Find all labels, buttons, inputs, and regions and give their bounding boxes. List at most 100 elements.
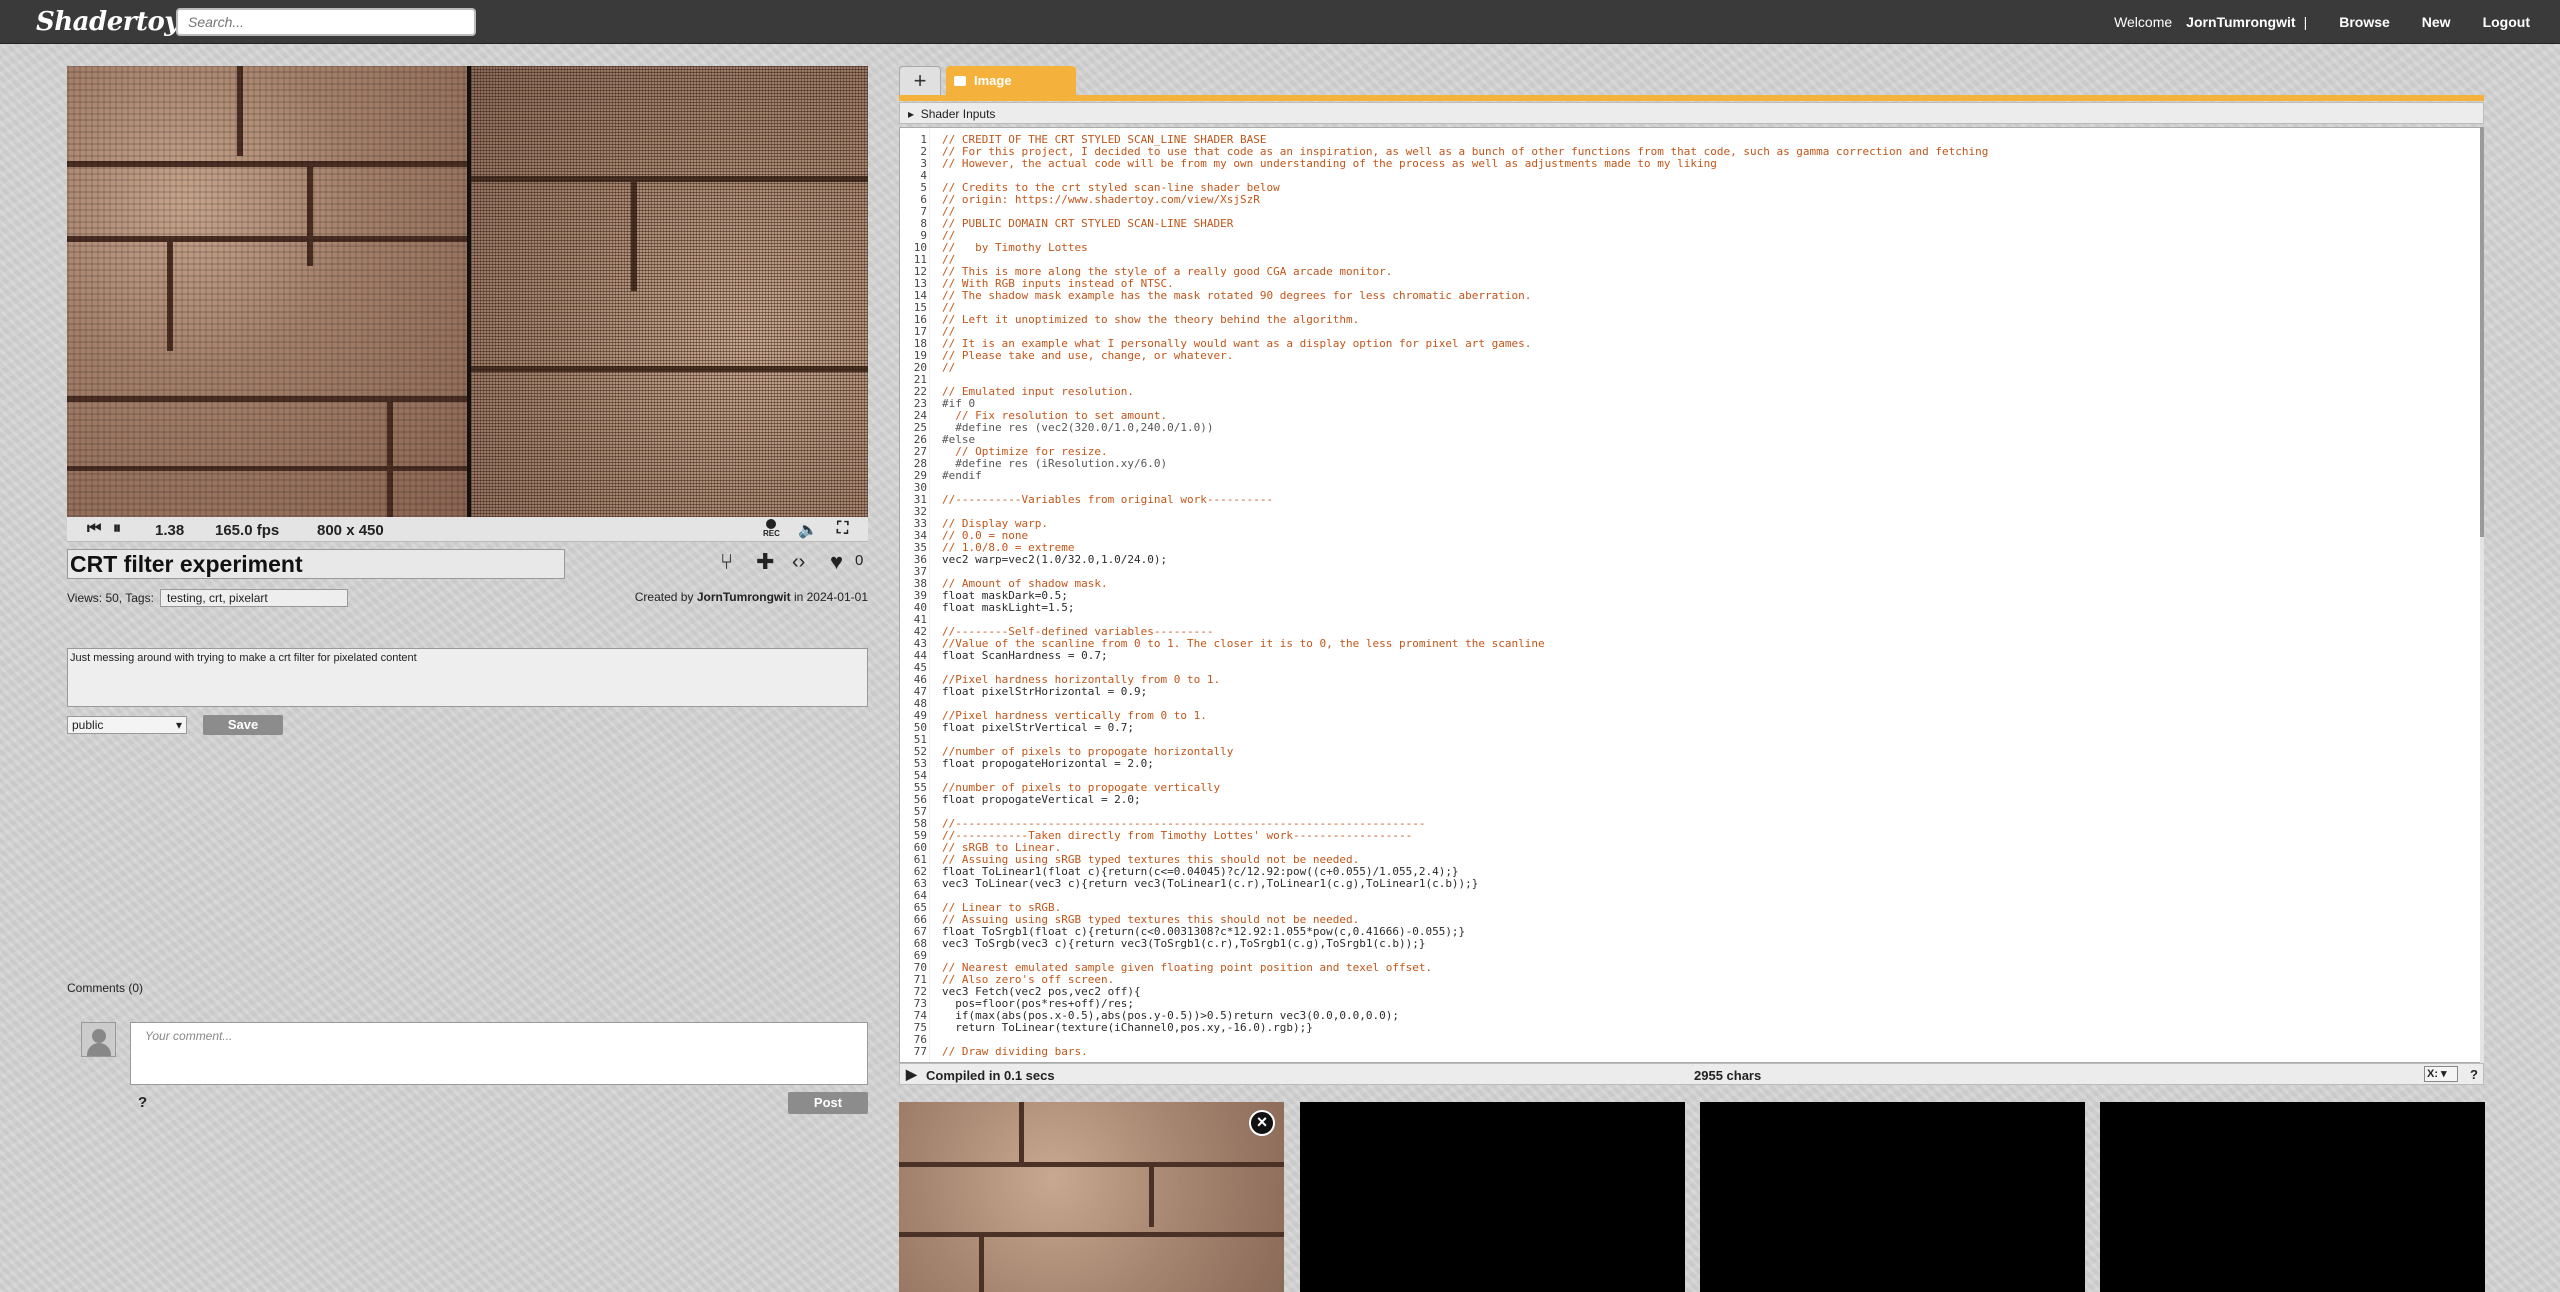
code-line[interactable]: 59//-----------Taken directly from Timot… bbox=[900, 830, 2483, 842]
fullscreen-icon[interactable]: ⛶ bbox=[837, 520, 848, 538]
code-line[interactable]: 9// bbox=[900, 230, 2483, 242]
code-line[interactable]: 63 vec3 ToLinear(vec3 c){return vec3(ToLi… bbox=[900, 878, 2483, 890]
line-number: 77 bbox=[913, 1045, 927, 1058]
channel-0-texture[interactable] bbox=[899, 1102, 1284, 1292]
code-line[interactable]: 22// Emulated input resolution. bbox=[900, 386, 2483, 398]
code-line[interactable]: 10// by Timothy Lottes bbox=[900, 242, 2483, 254]
comment-input[interactable]: Your comment... bbox=[130, 1022, 868, 1085]
code-line[interactable]: 53 float propogateHorizontal = 2.0; bbox=[900, 758, 2483, 770]
shadertoy-logo[interactable]: Shadertoy bbox=[36, 7, 179, 37]
code-line[interactable]: 36 vec2 warp=vec2(1.0/32.0,1.0/24.0); bbox=[900, 554, 2483, 566]
code-line[interactable]: 28 #define res (iResolution.xy/6.0) bbox=[900, 458, 2483, 470]
code-line[interactable]: 76 bbox=[900, 1034, 2483, 1046]
code-line[interactable]: 20// bbox=[900, 361, 2483, 374]
compile-play-icon[interactable]: ▶ bbox=[906, 1066, 917, 1083]
add-to-playlist-icon[interactable]: ✚ bbox=[756, 549, 774, 575]
fork-icon[interactable]: ⑂ bbox=[720, 549, 733, 575]
code-line[interactable]: 25 #define res (vec2(320.0/1.0,240.0/1.0… bbox=[900, 422, 2483, 434]
record-button[interactable]: REC bbox=[763, 519, 780, 538]
volume-icon[interactable]: 🔈 bbox=[798, 520, 818, 540]
editor-scrollbar-thumb[interactable] bbox=[2480, 127, 2484, 537]
heart-icon[interactable]: ♥ bbox=[830, 549, 843, 575]
author-link[interactable]: JornTumrongwit bbox=[697, 590, 791, 604]
shader-inputs-toggle[interactable]: ▸ Shader Inputs bbox=[899, 102, 2484, 124]
line-text: float pixelStrHorizontal = 0.9; bbox=[942, 685, 1148, 698]
code-line[interactable]: 32 bbox=[900, 506, 2483, 518]
description-textarea[interactable]: Just messing around with trying to make … bbox=[67, 648, 868, 707]
line-text: float pixelStrVertical = 0.7; bbox=[942, 721, 1135, 734]
new-link[interactable]: New bbox=[2422, 14, 2451, 30]
line-text: vec3 ToSrgb(vec3 c){return vec3(ToSrgb1(… bbox=[942, 937, 1426, 950]
search-input[interactable] bbox=[176, 8, 476, 36]
line-text: return ToLinear(texture(iChannel0,pos.xy… bbox=[942, 1021, 1313, 1034]
embed-code-icon[interactable]: ‹› bbox=[792, 551, 805, 574]
code-editor[interactable]: 1// CREDIT OF THE CRT STYLED SCAN_LINE S… bbox=[899, 127, 2484, 1063]
resolution-readout: 800 x 450 bbox=[317, 522, 384, 539]
code-line[interactable]: 29 #endif bbox=[900, 470, 2483, 482]
channel-1-empty[interactable] bbox=[1300, 1102, 1685, 1292]
shader-preview-canvas[interactable] bbox=[67, 66, 868, 517]
rewind-icon[interactable]: ⏮ bbox=[87, 520, 101, 538]
line-text: // bbox=[942, 361, 956, 374]
code-line[interactable]: 21 bbox=[900, 374, 2483, 386]
code-line[interactable]: 50 float pixelStrVertical = 0.7; bbox=[900, 721, 2483, 734]
code-line[interactable]: 26 #else bbox=[900, 434, 2483, 446]
code-line[interactable]: 75 return ToLinear(texture(iChannel0,pos… bbox=[900, 1021, 2483, 1034]
visibility-value: public bbox=[72, 718, 104, 732]
welcome-label: Welcome bbox=[2114, 14, 2173, 30]
post-button[interactable]: Post bbox=[788, 1092, 868, 1114]
code-line[interactable]: 72 vec3 Fetch(vec2 pos,vec2 off){ bbox=[900, 986, 2483, 998]
visibility-select[interactable]: public ▾ bbox=[67, 716, 187, 734]
code-line[interactable]: 39 float maskDark=0.5; bbox=[900, 590, 2483, 602]
code-line[interactable]: 77 // Draw dividing bars. bbox=[900, 1045, 2483, 1058]
code-line[interactable]: 6// origin: https://www.shadertoy.com/vi… bbox=[900, 193, 2483, 206]
close-icon[interactable]: × bbox=[1249, 1110, 1275, 1136]
channel-3-empty[interactable] bbox=[2100, 1102, 2485, 1292]
logout-link[interactable]: Logout bbox=[2483, 14, 2530, 30]
code-line[interactable]: 56 float propogateVertical = 2.0; bbox=[900, 794, 2483, 806]
char-count: 2955 chars bbox=[1694, 1068, 1762, 1083]
save-button[interactable]: Save bbox=[203, 715, 283, 735]
code-line[interactable]: 38// Amount of shadow mask. bbox=[900, 578, 2483, 590]
code-line[interactable]: 47 float pixelStrHorizontal = 0.9; bbox=[900, 685, 2483, 698]
code-line[interactable]: 37 bbox=[900, 566, 2483, 578]
code-line[interactable]: 49//Pixel hardness vertically from 0 to … bbox=[900, 710, 2483, 722]
browse-link[interactable]: Browse bbox=[2339, 14, 2390, 30]
views-tags-label: Views: 50, Tags: bbox=[67, 591, 154, 605]
editor-help-link[interactable]: ? bbox=[2470, 1067, 2478, 1082]
shader-title-input[interactable]: CRT filter experiment bbox=[67, 549, 565, 579]
code-line[interactable]: 3// However, the actual code will be fro… bbox=[900, 158, 2483, 170]
font-size-select[interactable]: X: ▾ bbox=[2424, 1066, 2458, 1082]
code-line[interactable]: 31//----------Variables from original wo… bbox=[900, 494, 2483, 506]
line-text: float ScanHardness = 0.7; bbox=[942, 649, 1108, 662]
line-text: // Left it unoptimized to show the theor… bbox=[942, 313, 1360, 326]
code-line[interactable]: 64 bbox=[900, 890, 2483, 902]
line-text: // PUBLIC DOMAIN CRT STYLED SCAN-LINE SH… bbox=[942, 217, 1234, 230]
code-line[interactable]: 33// Display warp. bbox=[900, 518, 2483, 530]
created-by-label: Created by bbox=[634, 590, 694, 604]
code-line[interactable]: 70// Nearest emulated sample given float… bbox=[900, 962, 2483, 974]
line-text: // origin: https://www.shadertoy.com/vie… bbox=[942, 193, 1260, 206]
code-line[interactable]: 16// Left it unoptimized to show the the… bbox=[900, 313, 2483, 326]
chevron-down-icon: ▾ bbox=[175, 718, 182, 732]
channel-2-empty[interactable] bbox=[1700, 1102, 2085, 1292]
comment-help-link[interactable]: ? bbox=[138, 1094, 147, 1111]
created-date: in 2024-01-01 bbox=[793, 590, 868, 604]
add-tab-button[interactable]: + bbox=[899, 66, 941, 96]
pause-icon[interactable]: ⏸ bbox=[113, 520, 121, 538]
username-link[interactable]: JornTumrongwit bbox=[2186, 14, 2295, 30]
code-line[interactable]: 14// The shadow mask example has the mas… bbox=[900, 290, 2483, 302]
code-lines[interactable]: 1// CREDIT OF THE CRT STYLED SCAN_LINE S… bbox=[900, 134, 2483, 1058]
user-nav: Welcome JornTumrongwit | Browse New Logo… bbox=[2114, 14, 2530, 30]
tab-image[interactable]: Image bbox=[946, 66, 1076, 96]
tags-input[interactable]: testing, crt, pixelart bbox=[160, 589, 348, 607]
code-line[interactable]: 19// Please take and use, change, or wha… bbox=[900, 350, 2483, 362]
code-line[interactable]: 8// PUBLIC DOMAIN CRT STYLED SCAN-LINE S… bbox=[900, 217, 2483, 230]
code-line[interactable]: 68 vec3 ToSrgb(vec3 c){return vec3(ToSrgb… bbox=[900, 937, 2483, 950]
tab-underline bbox=[899, 95, 2484, 101]
created-by-line: Created by JornTumrongwit in 2024-01-01 bbox=[635, 590, 868, 604]
code-line[interactable]: 44 float ScanHardness = 0.7; bbox=[900, 649, 2483, 662]
code-line[interactable]: 43//Value of the scanline from 0 to 1. T… bbox=[900, 638, 2483, 650]
code-line[interactable]: 40 float maskLight=1.5; bbox=[900, 602, 2483, 614]
code-line[interactable]: 34// 0.0 = none bbox=[900, 530, 2483, 542]
